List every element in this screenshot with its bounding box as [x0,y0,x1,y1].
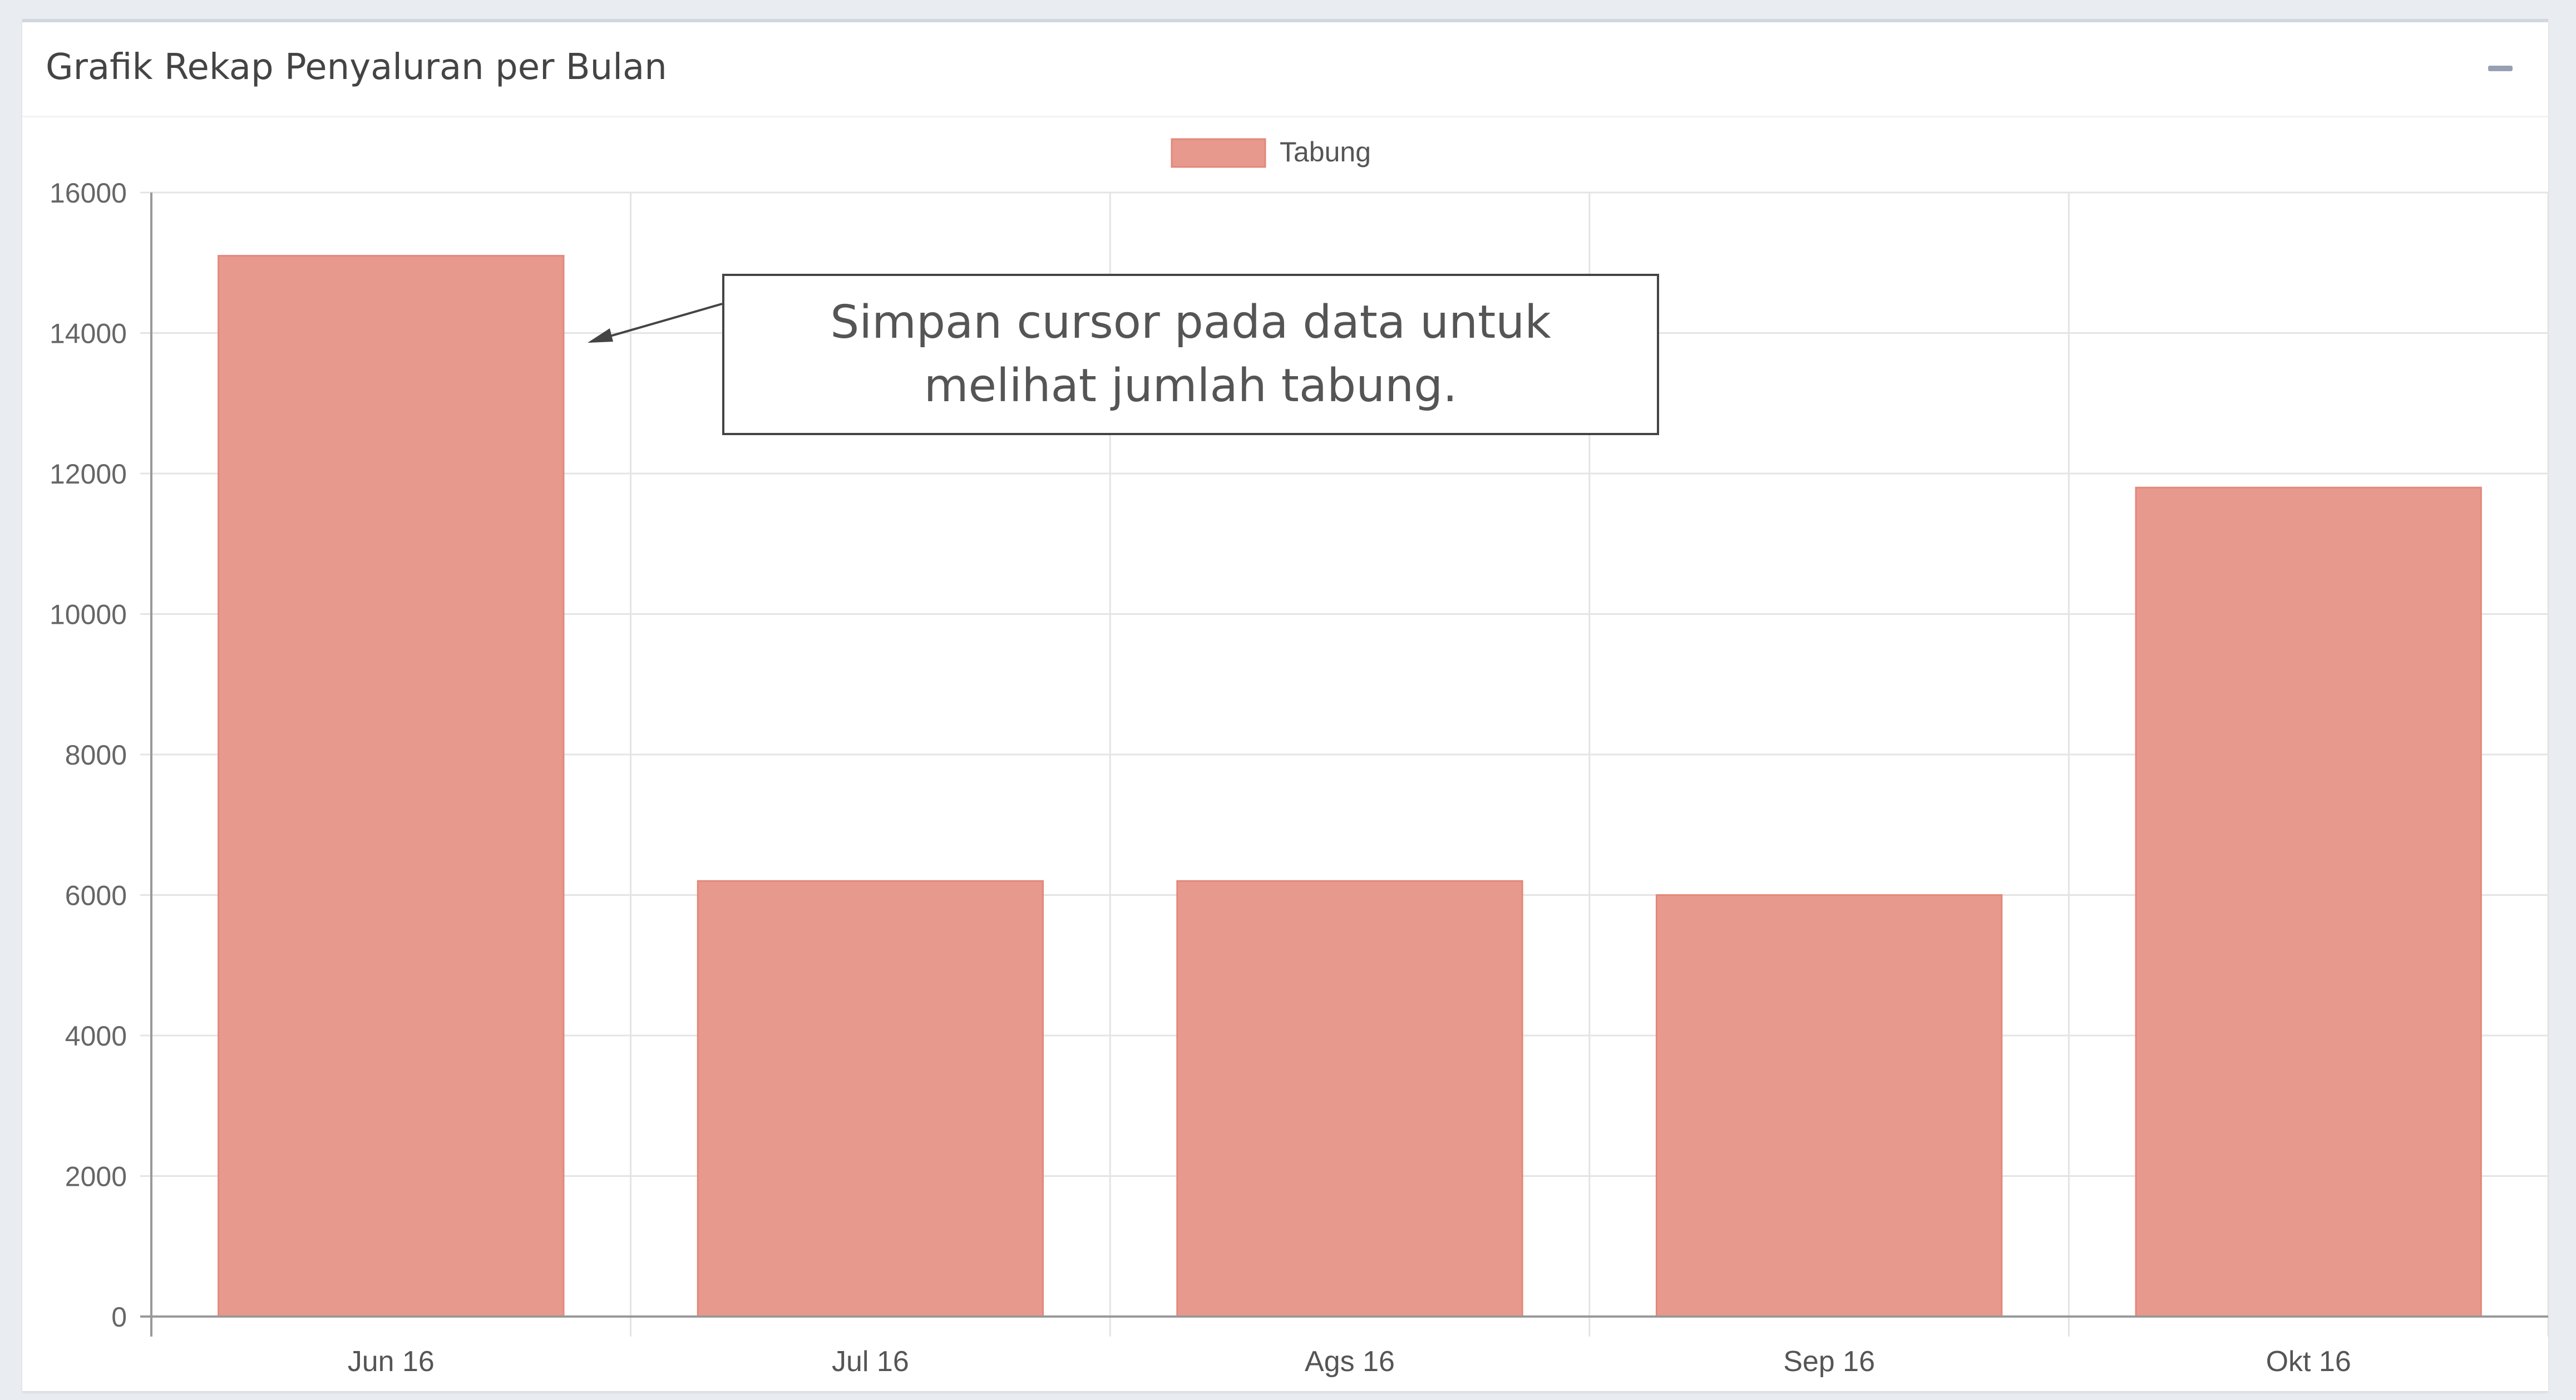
y-tick-label: 6000 [65,880,127,911]
x-tick-label: Jul 16 [832,1345,909,1378]
legend-label: Tabung [1280,136,1371,167]
x-tick-label: Sep 16 [1783,1345,1875,1378]
y-tick-label: 4000 [65,1021,127,1052]
y-tick-label: 8000 [65,740,127,771]
bar-jun-16 [218,255,565,1318]
callout-arrowhead [588,328,613,343]
bar-sep-16 [1655,894,2003,1318]
y-tick-label: 2000 [65,1161,127,1192]
bar-okt-16 [2135,486,2482,1318]
x-tick-label: Jun 16 [348,1345,435,1378]
bar-ags-16 [1176,880,1523,1318]
x-tick-label: Okt 16 [2266,1345,2351,1378]
x-tick-label: Ags 16 [1305,1345,1395,1378]
bar-jul-16 [697,880,1044,1318]
y-tick-label: 10000 [50,599,127,630]
tooltip-callout: Simpan cursor pada data untuk melihat ju… [722,274,1659,435]
legend-swatch [1171,138,1266,168]
y-tick-label: 14000 [50,318,127,349]
y-tick-label: 12000 [50,459,127,490]
y-tick-label: 16000 [50,178,127,209]
y-tick-label: 0 [111,1302,127,1333]
bar-chart: 0 2000 4000 6000 8000 10000 12000 14000 16000 Jun… [50,136,2549,1378]
